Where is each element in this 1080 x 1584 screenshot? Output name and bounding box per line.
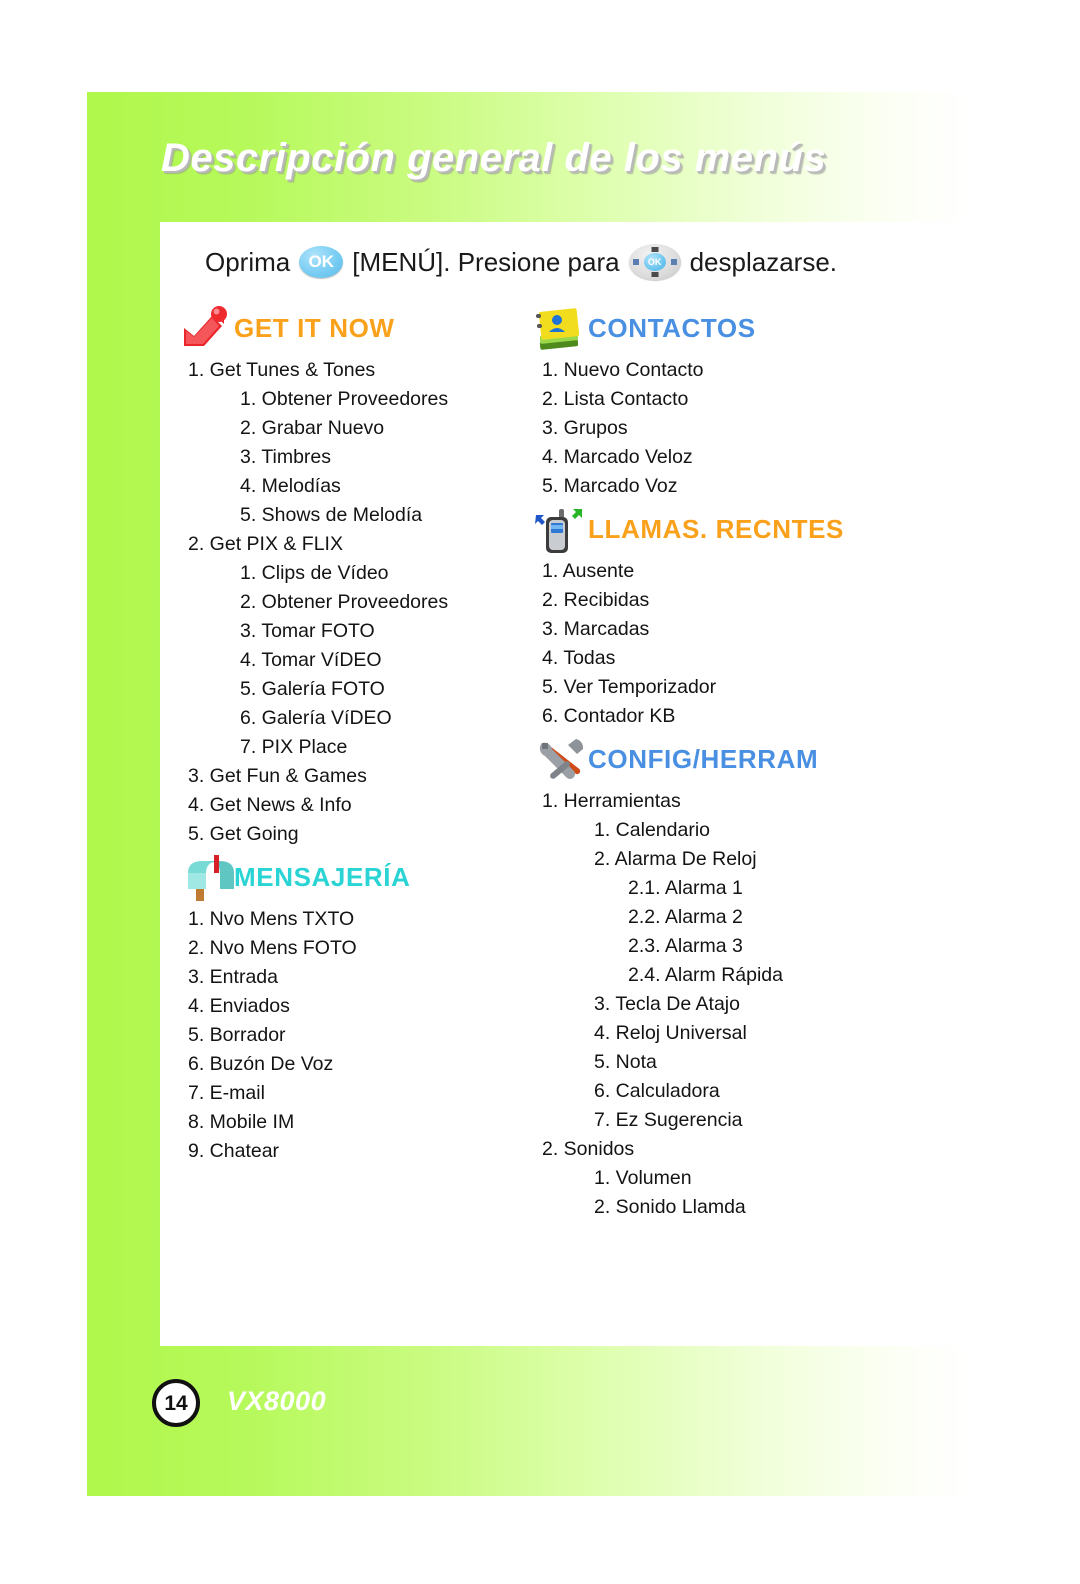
- section-title-get-it-now: GET IT NOW: [234, 312, 395, 343]
- menu-item: 9. Chatear: [188, 1140, 280, 1162]
- red-arrow-pin-icon: [178, 302, 234, 354]
- menu-item: 5. Marcado Voz: [542, 475, 678, 497]
- menu-list-llamas-recntes: 1. Ausente 2. Recibidas 3. Marcadas 4. Toda…: [532, 557, 952, 731]
- menu-section-contactos: CONTACTOS 1. Nuevo Contacto 2. Lista Conta…: [532, 300, 952, 501]
- menu-item: 3. Tecla De Atajo: [594, 993, 740, 1015]
- section-title-mensajeria: MENSAJERÍA: [234, 861, 411, 892]
- menu-item: 5. Galería FOTO: [240, 678, 385, 700]
- menu-item: 4. Reloj Universal: [594, 1022, 747, 1044]
- menu-item: 2. Recibidas: [542, 589, 650, 611]
- menu-item: 4. Enviados: [188, 995, 290, 1017]
- menu-item: 7. Ez Sugerencia: [594, 1109, 743, 1131]
- menu-item: 2. Grabar Nuevo: [240, 417, 385, 439]
- menu-item: 2.2. Alarma 2: [628, 906, 743, 928]
- menu-item: 1. Herramientas: [542, 790, 681, 812]
- menu-item: 2.4. Alarm Rápida: [628, 964, 784, 986]
- menu-item: 3. Tomar FOTO: [240, 620, 375, 642]
- menu-item: 7. E-mail: [188, 1082, 265, 1104]
- section-title-config-herram: CONFIG/HERRAM: [588, 743, 819, 774]
- menu-item: 6. Contador KB: [542, 705, 676, 727]
- menu-item: 3. Entrada: [188, 966, 278, 988]
- navigation-pad-icon: OK: [628, 244, 681, 280]
- menu-list-mensajeria: 1. Nvo Mens TXTO 2. Nvo Mens FOTO 3. Entra…: [178, 905, 548, 1166]
- menu-item: 1. Nvo Mens TXTO: [188, 908, 355, 930]
- page-header-band: Descripción general de los menús: [87, 92, 968, 222]
- menu-item: 5. Shows de Melodía: [240, 504, 423, 526]
- section-title-contactos: CONTACTOS: [588, 312, 756, 343]
- ok-key-icon: OK: [299, 246, 344, 278]
- menu-item: 1. Get Tunes & Tones: [188, 359, 376, 381]
- menu-item: 5. Ver Temporizador: [542, 676, 717, 698]
- navpad-right-arrow-icon: [670, 259, 677, 265]
- menu-item: 7. PIX Place: [240, 736, 348, 758]
- menu-section-get-it-now: GET IT NOW 1. Get Tunes & Tones 1. Obtener…: [178, 300, 548, 849]
- menu-item: 1. Clips de Vídeo: [240, 562, 389, 584]
- section-header-contactos: CONTACTOS: [532, 300, 952, 356]
- menu-item: 1. Volumen: [594, 1167, 692, 1189]
- instruction-line: Oprima OK [MENÚ]. Presione para OK despl…: [205, 244, 837, 280]
- navpad-ok-center: OK: [643, 253, 666, 271]
- menu-item: 1. Nuevo Contacto: [542, 359, 704, 381]
- menu-item: 4. Marcado Veloz: [542, 446, 693, 468]
- menu-item: 6. Buzón De Voz: [188, 1053, 334, 1075]
- page-title: Descripción general de los menús: [161, 136, 827, 180]
- menu-list-get-it-now: 1. Get Tunes & Tones 1. Obtener Proveedor…: [178, 356, 548, 849]
- menu-item: 1. Obtener Proveedores: [240, 388, 449, 410]
- menu-item: 4. Melodías: [240, 475, 341, 497]
- instruction-text-after: desplazarse.: [689, 247, 837, 277]
- address-book-icon: [532, 302, 588, 354]
- menu-item: 4. Get News & Info: [188, 794, 352, 816]
- menu-item: 8. Mobile IM: [188, 1111, 295, 1133]
- menu-item: 6. Galería VíDEO: [240, 707, 392, 729]
- menu-list-config-herram: 1. Herramientas 1. Calendario 2. Alarma De…: [532, 787, 952, 1222]
- navpad-down-arrow-icon: [651, 272, 659, 277]
- menu-item: 1. Ausente: [542, 560, 635, 582]
- menu-item: 2. Alarma De Reloj: [594, 848, 757, 870]
- navpad-up-arrow-icon: [651, 247, 659, 252]
- wrench-hammer-icon: [532, 733, 588, 785]
- mobile-phone-calls-icon: [532, 503, 588, 555]
- menu-item: 5. Nota: [594, 1051, 657, 1073]
- page-number-badge: 14: [152, 1379, 200, 1427]
- menu-item: 4. Tomar VíDEO: [240, 649, 382, 671]
- left-column: GET IT NOW 1. Get Tunes & Tones 1. Obtener…: [178, 300, 548, 1166]
- menu-item: 3. Get Fun & Games: [188, 765, 367, 787]
- model-name-label: VX8000: [227, 1386, 327, 1416]
- menu-item: 2. Lista Contacto: [542, 388, 689, 410]
- menu-section-llamas-recntes: LLAMAS. RECNTES 1. Ausente 2. Recibidas 3. …: [532, 501, 952, 731]
- menu-item: 6. Calculadora: [594, 1080, 720, 1102]
- menu-item: 2. Obtener Proveedores: [240, 591, 449, 613]
- menu-item: 2.3. Alarma 3: [628, 935, 743, 957]
- menu-item: 2. Sonido Llamda: [594, 1196, 746, 1218]
- content-card: Oprima OK [MENÚ]. Presione para OK despl…: [160, 222, 968, 1346]
- mailbox-icon: [178, 851, 234, 903]
- menu-item: 1. Calendario: [594, 819, 710, 841]
- instruction-text-before: Oprima: [205, 247, 291, 277]
- menu-item: 2. Get PIX & FLIX: [188, 533, 343, 555]
- menu-item: 4. Todas: [542, 647, 616, 669]
- menu-section-mensajeria: MENSAJERÍA 1. Nvo Mens TXTO 2. Nvo Mens FO…: [178, 849, 548, 1166]
- page-footer: 14 VX8000: [87, 1346, 968, 1496]
- section-header-mensajeria: MENSAJERÍA: [178, 849, 548, 905]
- section-header-config-herram: CONFIG/HERRAM: [532, 731, 952, 787]
- right-column: CONTACTOS 1. Nuevo Contacto 2. Lista Conta…: [532, 300, 952, 1222]
- menu-item: 2. Sonidos: [542, 1138, 635, 1160]
- menu-item: 3. Timbres: [240, 446, 332, 468]
- menu-item: 3. Grupos: [542, 417, 628, 439]
- instruction-text-middle: [MENÚ]. Presione para: [352, 247, 620, 277]
- menu-item: 5. Get Going: [188, 823, 299, 845]
- menu-item: 2. Nvo Mens FOTO: [188, 937, 357, 959]
- menu-item: 2.1. Alarma 1: [628, 877, 743, 899]
- section-header-get-it-now: GET IT NOW: [178, 300, 548, 356]
- menu-item: 3. Marcadas: [542, 618, 650, 640]
- menu-list-contactos: 1. Nuevo Contacto 2. Lista Contacto 3. Gru…: [532, 356, 952, 501]
- navpad-left-arrow-icon: [632, 259, 639, 265]
- menu-item: 5. Borrador: [188, 1024, 286, 1046]
- manual-page: Descripción general de los menús Oprima …: [0, 0, 1080, 1584]
- menu-section-config-herram: CONFIG/HERRAM 1. Herramientas 1. Calendari…: [532, 731, 952, 1222]
- section-title-llamas-recntes: LLAMAS. RECNTES: [588, 513, 844, 544]
- section-header-llamas-recntes: LLAMAS. RECNTES: [532, 501, 952, 557]
